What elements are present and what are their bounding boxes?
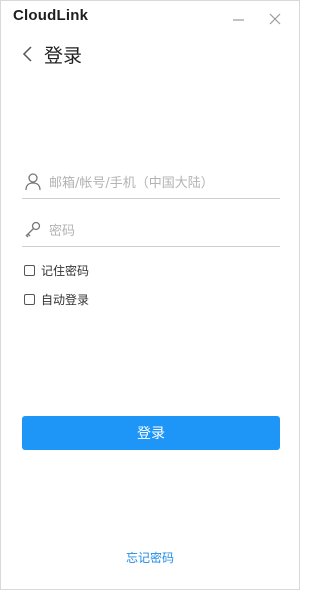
chevron-left-icon <box>22 46 32 62</box>
minimize-icon <box>233 19 244 21</box>
app-title: CloudLink <box>13 7 89 24</box>
close-button[interactable] <box>267 11 283 27</box>
forgot-password-link[interactable]: 忘记密码 <box>1 549 299 566</box>
remember-password-option[interactable]: 记住密码 <box>24 262 89 278</box>
login-button[interactable]: 登录 <box>22 416 280 450</box>
password-field <box>22 215 280 247</box>
minimize-button[interactable] <box>231 11 247 27</box>
close-icon <box>269 13 281 25</box>
page-title: 登录 <box>44 45 83 67</box>
login-window: CloudLink 登录 邮箱/帐号/手机（中国大陆） 记住密码 自动登录 登录… <box>0 0 300 590</box>
title-bar: CloudLink <box>1 1 299 37</box>
password-input[interactable] <box>49 217 277 245</box>
remember-password-label: 记住密码 <box>41 263 90 278</box>
key-icon <box>24 220 42 240</box>
remember-password-checkbox[interactable] <box>24 264 35 276</box>
auto-login-label: 自动登录 <box>41 292 90 307</box>
user-icon <box>24 172 42 192</box>
account-field <box>22 167 280 199</box>
auto-login-option[interactable]: 自动登录 <box>24 291 89 307</box>
account-input[interactable] <box>49 169 277 197</box>
auto-login-checkbox[interactable] <box>24 293 35 305</box>
back-button[interactable] <box>21 44 35 64</box>
page-header: 登录 <box>1 39 299 71</box>
